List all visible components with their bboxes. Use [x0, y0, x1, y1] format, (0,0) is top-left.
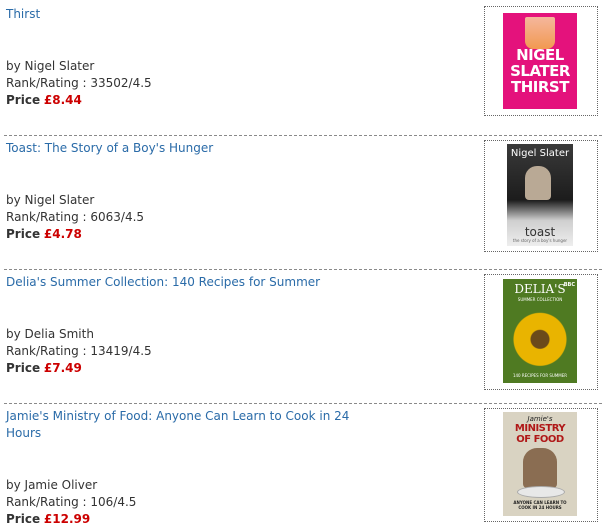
book-title-link[interactable]: Jamie's Ministry of Food: Anyone Can Lea… [6, 408, 349, 425]
book-title-link[interactable]: Hours [6, 425, 41, 442]
book-title-link[interactable]: Toast: The Story of a Boy's Hunger [6, 140, 213, 157]
book-price: Price £12.99 [6, 511, 90, 528]
price-label: Price [6, 93, 41, 107]
food-plate-graphic [517, 486, 565, 498]
cover-text: 140 RECIPES FOR SUMMER [512, 373, 568, 378]
book-author: by Delia Smith [6, 327, 94, 341]
book-item: Jamie's Ministry of Food: Anyone Can Lea… [0, 404, 602, 527]
cover-text: NIGEL [516, 46, 564, 64]
cover-text: MINISTRY [514, 423, 566, 434]
book-cover-frame[interactable]: Nigel Slater toast the story of a boy's … [484, 140, 598, 252]
cover-text: Jamie's [527, 415, 553, 423]
book-rank-rating: Rank/Rating : 33502/4.5 [6, 76, 152, 90]
book-cover-frame[interactable]: Jamie's MINISTRY OF FOOD ANYONE CAN LEAR… [484, 408, 598, 522]
book-cover-toast[interactable]: Nigel Slater toast the story of a boy's … [507, 144, 573, 246]
book-price: Price £8.44 [6, 92, 82, 109]
price-value: £7.49 [43, 361, 82, 375]
book-author: by Jamie Oliver [6, 478, 98, 492]
book-title-link[interactable]: Delia's Summer Collection: 140 Recipes f… [6, 274, 320, 291]
book-cover-frame[interactable]: DELIA'S SUMMER COLLECTION 140 RECIPES FO… [484, 274, 598, 390]
cover-badge: BBC [563, 282, 575, 288]
price-label: Price [6, 227, 41, 241]
cover-text: the story of a boy's hunger [512, 238, 568, 243]
book-author: by Nigel Slater [6, 59, 95, 73]
cover-text: ANYONE CAN LEARN TO COOK IN 24 HOURS [513, 500, 567, 510]
cover-text: SUMMER COLLECTION [517, 297, 563, 302]
book-author: by Nigel Slater [6, 193, 95, 207]
book-cover-thirst[interactable]: NIGEL SLATER THIRST [503, 13, 577, 109]
book-cover-frame[interactable]: NIGEL SLATER THIRST [484, 6, 598, 116]
book-cover-delia[interactable]: DELIA'S SUMMER COLLECTION 140 RECIPES FO… [503, 279, 577, 383]
book-item: Toast: The Story of a Boy's Hunger by Ni… [0, 136, 602, 268]
cover-text: Nigel Slater [510, 148, 570, 159]
book-rank-rating: Rank/Rating : 6063/4.5 [6, 210, 145, 224]
cover-text: toast [524, 225, 556, 239]
book-item: Thirst by Nigel Slater Rank/Rating : 335… [0, 0, 602, 134]
boy-portrait-graphic [525, 166, 551, 200]
price-value: £12.99 [43, 512, 91, 526]
price-value: £8.44 [43, 93, 82, 107]
price-value: £4.78 [43, 227, 82, 241]
book-item: Delia's Summer Collection: 140 Recipes f… [0, 270, 602, 402]
book-rank-rating: Rank/Rating : 13419/4.5 [6, 344, 152, 358]
chef-portrait-graphic [523, 448, 557, 488]
cover-text: OF FOOD [516, 434, 564, 445]
price-label: Price [6, 512, 41, 526]
price-label: Price [6, 361, 41, 375]
book-price: Price £7.49 [6, 360, 82, 377]
book-cover-jamie[interactable]: Jamie's MINISTRY OF FOOD ANYONE CAN LEAR… [503, 412, 577, 516]
book-rank-rating: Rank/Rating : 106/4.5 [6, 495, 137, 509]
book-title-link[interactable]: Thirst [6, 6, 40, 23]
cover-text: THIRST [511, 78, 569, 96]
cover-text: SLATER [510, 62, 570, 80]
glass-graphic [525, 17, 555, 49]
book-price: Price £4.78 [6, 226, 82, 243]
